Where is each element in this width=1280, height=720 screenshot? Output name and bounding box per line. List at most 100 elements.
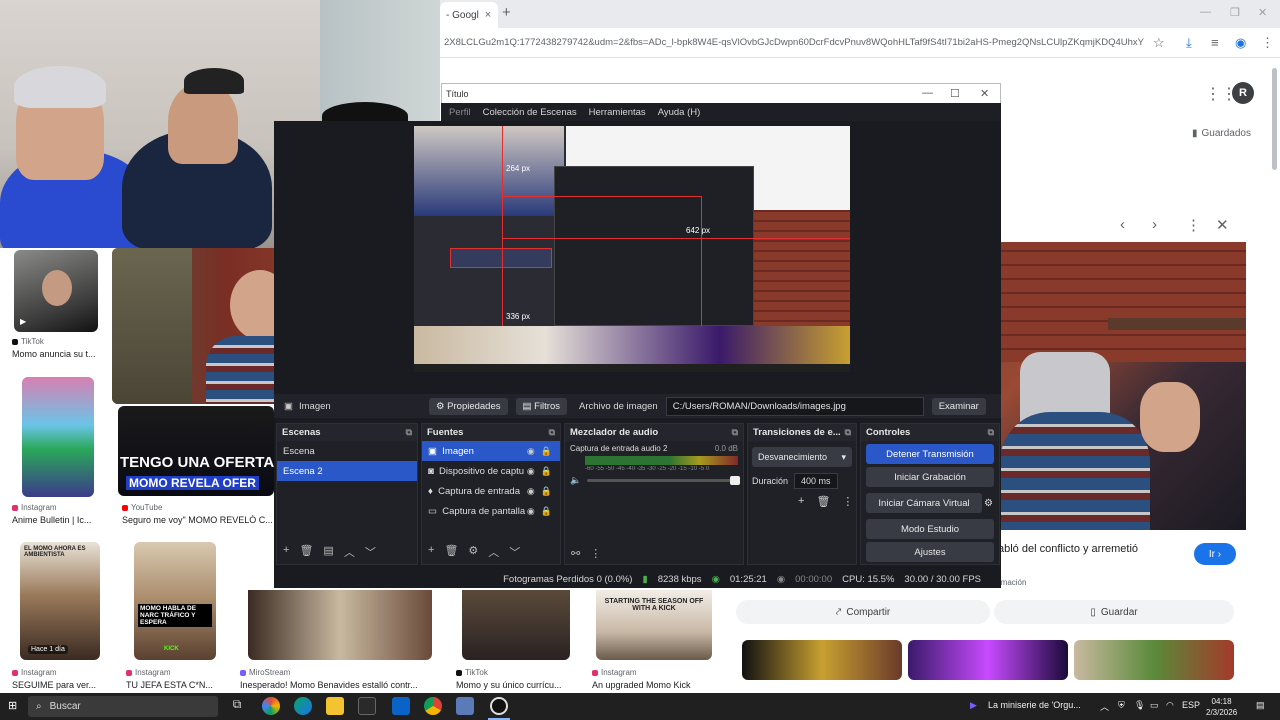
result-thumbnail[interactable]: ▶ <box>14 250 98 332</box>
result-title[interactable]: TU JEFA ESTA C*N... <box>126 680 226 690</box>
task-view-icon[interactable]: ⧉ <box>228 697 246 715</box>
visibility-eye-icon[interactable]: ◉ <box>527 466 535 477</box>
selected-source-box[interactable] <box>450 248 552 268</box>
profile-sync-icon[interactable]: ◉ <box>1235 35 1246 51</box>
wifi-icon[interactable]: ◠ <box>1166 700 1174 711</box>
microphone-icon[interactable]: 🎙 <box>1134 700 1145 711</box>
download-icon[interactable]: ⤓ <box>1186 35 1192 51</box>
result-title[interactable]: An upgraded Momo Kick <box>592 680 712 690</box>
chrome-menu-icon[interactable]: ⋮ <box>1261 35 1274 51</box>
media-control-icon[interactable]: ≡ <box>1211 35 1219 50</box>
visibility-eye-icon[interactable]: ◉ <box>527 486 535 497</box>
page-scrollbar[interactable] <box>1272 68 1277 170</box>
menu-scene-collection[interactable]: Colección de Escenas <box>483 107 577 118</box>
result-title[interactable]: SEGUIME para ver... <box>12 680 112 690</box>
browse-button[interactable]: Examinar <box>931 397 986 415</box>
obs-minimize-icon[interactable]: — <box>922 87 933 99</box>
outlook-icon[interactable] <box>392 697 410 715</box>
filters-button[interactable]: ▤ Filtros <box>515 397 568 415</box>
move-up-icon[interactable]: ︿ <box>488 544 499 560</box>
result-thumbnail[interactable] <box>462 590 570 660</box>
trash-icon[interactable]: 🗑 <box>444 544 458 560</box>
profile-avatar[interactable]: R <box>1232 82 1254 104</box>
move-up-icon[interactable]: ︿ <box>344 544 355 560</box>
notification-icon[interactable]: ▤ <box>1256 700 1265 711</box>
edge-icon[interactable] <box>294 697 312 715</box>
dock-options-icon[interactable]: ⧉ <box>549 427 555 438</box>
more-options-icon[interactable]: ⋮ <box>1186 216 1201 234</box>
result-title[interactable]: Seguro me voy" MOMO REVELÓ C... <box>122 515 274 525</box>
tab-close-icon[interactable]: × <box>485 9 491 21</box>
duration-field[interactable]: 400 ms <box>794 473 838 489</box>
obs-close-icon[interactable]: ✕ <box>980 87 989 100</box>
lock-icon[interactable]: 🔒 <box>541 506 552 517</box>
result-title[interactable]: Anime Bulletin | Ic... <box>12 515 100 525</box>
obs-preview-canvas[interactable]: 264 px 642 px 336 px <box>414 126 850 372</box>
move-down-icon[interactable]: ﹀ <box>509 544 520 560</box>
lock-icon[interactable]: 🔒 <box>541 446 552 457</box>
system-clock[interactable]: 04:18 2/3/2026 <box>1206 696 1237 718</box>
add-icon[interactable]: + <box>798 495 804 508</box>
result-thumbnail[interactable]: TENGO UNA OFERTA DE MOMO REVELA OFER <box>118 406 274 496</box>
volume-slider-handle[interactable] <box>730 476 740 485</box>
image-path-field[interactable]: C:/Users/ROMAN/Downloads/images.jpg <box>665 396 924 416</box>
related-image[interactable] <box>908 640 1068 680</box>
start-recording-button[interactable]: Iniciar Grabación <box>866 467 994 487</box>
trash-icon[interactable]: 🗑 <box>299 544 313 560</box>
stop-streaming-button[interactable]: Detener Transmisión <box>866 444 994 464</box>
trash-icon[interactable]: 🗑 <box>816 495 830 508</box>
app-icon[interactable] <box>456 697 474 715</box>
lock-icon[interactable]: 🔒 <box>541 486 552 497</box>
copilot-icon[interactable] <box>262 697 280 715</box>
obs-icon[interactable] <box>490 697 508 715</box>
preview-title[interactable]: abló del conflicto y arremetió <box>998 543 1138 555</box>
start-virtual-camera-button[interactable]: Iniciar Cámara Virtual <box>866 493 983 513</box>
menu-tools[interactable]: Herramientas <box>589 107 646 118</box>
studio-mode-button[interactable]: Modo Estudio <box>866 519 994 539</box>
volume-slider[interactable] <box>587 476 740 485</box>
result-thumbnail[interactable] <box>22 377 94 497</box>
obs-maximize-icon[interactable]: ☐ <box>950 87 960 100</box>
visibility-eye-icon[interactable]: ◉ <box>527 506 535 517</box>
more-icon[interactable]: ⋮ <box>842 495 853 508</box>
window-close-icon[interactable]: ✕ <box>1258 6 1267 19</box>
speaker-icon[interactable]: 🔈 <box>570 475 581 486</box>
settings-button[interactable]: Ajustes <box>866 542 994 562</box>
security-icon[interactable]: ⛨ <box>1118 700 1125 711</box>
language-indicator[interactable]: ESP <box>1182 700 1200 710</box>
new-tab-icon[interactable]: + <box>502 4 511 21</box>
visit-button[interactable]: Ir › <box>1194 543 1236 565</box>
add-icon[interactable]: + <box>428 544 434 560</box>
link-icon[interactable]: ⚯ <box>571 547 580 560</box>
move-down-icon[interactable]: ﹀ <box>365 544 376 560</box>
dock-options-icon[interactable]: ⧉ <box>988 427 994 438</box>
preview-image[interactable] <box>1000 242 1246 530</box>
window-minimize-icon[interactable]: — <box>1200 6 1211 18</box>
battery-icon[interactable]: ▭ <box>1150 700 1159 711</box>
previous-result-icon[interactable]: ‹ <box>1120 216 1125 233</box>
source-item-selected[interactable]: ▣ Imagen ◉ 🔒 <box>422 441 560 461</box>
related-image[interactable] <box>1074 640 1234 680</box>
dock-options-icon[interactable]: ⧉ <box>406 427 412 438</box>
close-preview-icon[interactable]: ✕ <box>1216 216 1229 234</box>
scene-item-selected[interactable]: Escena 2 <box>277 461 417 481</box>
share-button[interactable]: ⤤ Compartir <box>736 600 990 624</box>
file-explorer-icon[interactable] <box>326 697 344 715</box>
menu-profile[interactable]: Perfil <box>449 107 471 118</box>
gear-icon[interactable]: ⚙ <box>468 544 478 560</box>
store-icon[interactable] <box>358 697 376 715</box>
more-icon[interactable]: ⋮ <box>590 547 601 560</box>
tray-chevron-icon[interactable]: ︿ <box>1100 700 1109 713</box>
chrome-icon[interactable] <box>424 697 442 715</box>
next-result-icon[interactable]: › <box>1152 216 1157 233</box>
source-item[interactable]: ▭ Captura de pantalla ◉ 🔒 <box>422 501 560 521</box>
result-title[interactable]: Momo anuncia su t... <box>12 349 100 359</box>
menu-help[interactable]: Ayuda (H) <box>658 107 701 118</box>
properties-button[interactable]: ⚙ Propiedades <box>428 397 508 415</box>
dock-options-icon[interactable]: ⧉ <box>732 427 738 438</box>
result-thumbnail[interactable]: STARTING THE SEASON OFF WITH A KICK <box>596 590 712 660</box>
result-thumbnail[interactable] <box>248 590 432 660</box>
tab-google[interactable]: - Googl × <box>440 2 498 28</box>
transition-select[interactable]: Desvanecimiento ▾ <box>752 447 852 467</box>
windows-start-icon[interactable]: ⊞ <box>8 699 17 712</box>
